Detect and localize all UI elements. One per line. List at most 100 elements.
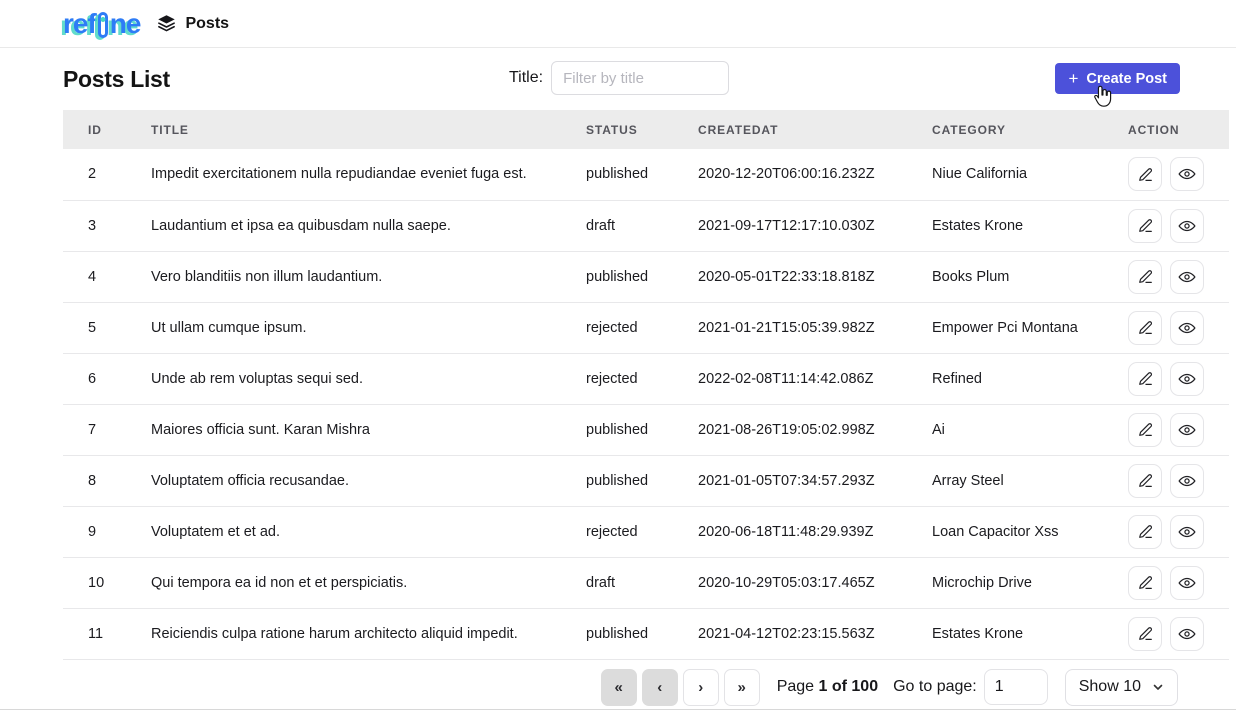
logo-pill-i <box>98 12 108 38</box>
table-row: 4 Vero blanditiis non illum laudantium. … <box>63 251 1229 302</box>
cell-createdat: 2021-08-26T19:05:02.998Z <box>686 404 920 455</box>
view-button[interactable] <box>1170 362 1204 396</box>
view-button[interactable] <box>1170 515 1204 549</box>
edit-button[interactable] <box>1128 413 1162 447</box>
prev-page-button[interactable]: ‹ <box>642 669 678 706</box>
cell-title: Qui tempora ea id non et et perspiciatis… <box>139 557 574 608</box>
pencil-icon <box>1136 165 1155 184</box>
table-header-row: ID TITLE STATUS CREATEDAT CATEGORY ACTIO… <box>63 110 1229 149</box>
cell-action <box>1116 557 1229 608</box>
plus-icon: + <box>1068 70 1078 87</box>
page-value: 1 of 100 <box>819 678 879 695</box>
view-button[interactable] <box>1170 464 1204 498</box>
cell-title: Ut ullam cumque ipsum. <box>139 302 574 353</box>
view-button[interactable] <box>1170 209 1204 243</box>
logo-text-ref: ref <box>63 10 96 38</box>
column-header-category: CATEGORY <box>920 110 1116 149</box>
pencil-icon <box>1136 267 1155 286</box>
eye-icon <box>1177 164 1197 184</box>
cell-action <box>1116 200 1229 251</box>
cell-category: Books Plum <box>920 251 1116 302</box>
view-button[interactable] <box>1170 260 1204 294</box>
cell-action <box>1116 149 1229 200</box>
goto-page-label: Go to page: <box>893 678 977 696</box>
cell-category: Microchip Drive <box>920 557 1116 608</box>
edit-button[interactable] <box>1128 311 1162 345</box>
edit-button[interactable] <box>1128 260 1162 294</box>
cell-title: Impedit exercitationem nulla repudiandae… <box>139 149 574 200</box>
cell-status: rejected <box>574 506 686 557</box>
pencil-icon <box>1136 420 1155 439</box>
page-size-select[interactable]: Show 10 <box>1065 669 1178 706</box>
column-header-title: TITLE <box>139 110 574 149</box>
cell-id: 10 <box>63 557 139 608</box>
cell-createdat: 2020-12-20T06:00:16.232Z <box>686 149 920 200</box>
view-button[interactable] <box>1170 566 1204 600</box>
cell-id: 2 <box>63 149 139 200</box>
title-filter-label: Title: <box>509 69 543 87</box>
cell-id: 7 <box>63 404 139 455</box>
posts-table-container: ID TITLE STATUS CREATEDAT CATEGORY ACTIO… <box>63 110 1229 660</box>
eye-icon <box>1177 216 1197 236</box>
table-row: 8 Voluptatem officia recusandae. publish… <box>63 455 1229 506</box>
cell-status: published <box>574 608 686 659</box>
edit-button[interactable] <box>1128 617 1162 651</box>
title-filter-input[interactable] <box>551 61 729 95</box>
create-post-button[interactable]: + Create Post <box>1055 63 1180 94</box>
goto-page-input[interactable] <box>984 669 1048 705</box>
chevron-down-icon <box>1152 681 1164 693</box>
pagination-bar: « ‹ › » Page 1 of 100 Go to page: Show 1… <box>0 669 1236 706</box>
refine-logo[interactable]: ref ne <box>63 10 140 38</box>
nav-item-posts[interactable]: Posts <box>156 13 229 34</box>
table-body: 2 Impedit exercitationem nulla repudiand… <box>63 149 1229 659</box>
cell-title: Maiores officia sunt. Karan Mishra <box>139 404 574 455</box>
last-page-button[interactable]: » <box>724 669 760 706</box>
cell-title: Laudantium et ipsa ea quibusdam nulla sa… <box>139 200 574 251</box>
pagination-buttons: « ‹ › » <box>601 669 760 706</box>
table-row: 3 Laudantium et ipsa ea quibusdam nulla … <box>63 200 1229 251</box>
pencil-icon <box>1136 573 1155 592</box>
cell-title: Reiciendis culpa ratione harum architect… <box>139 608 574 659</box>
cell-id: 5 <box>63 302 139 353</box>
cell-title: Voluptatem officia recusandae. <box>139 455 574 506</box>
edit-button[interactable] <box>1128 515 1162 549</box>
column-header-action: ACTION <box>1116 110 1229 149</box>
cell-id: 9 <box>63 506 139 557</box>
view-button[interactable] <box>1170 157 1204 191</box>
edit-button[interactable] <box>1128 157 1162 191</box>
table-row: 6 Unde ab rem voluptas sequi sed. reject… <box>63 353 1229 404</box>
table-row: 11 Reiciendis culpa ratione harum archit… <box>63 608 1229 659</box>
cell-action <box>1116 608 1229 659</box>
eye-icon <box>1177 318 1197 338</box>
eye-icon <box>1177 522 1197 542</box>
edit-button[interactable] <box>1128 209 1162 243</box>
logo-text-ne: ne <box>110 10 141 38</box>
cell-id: 3 <box>63 200 139 251</box>
view-button[interactable] <box>1170 311 1204 345</box>
cell-action <box>1116 404 1229 455</box>
cell-createdat: 2021-01-21T15:05:39.982Z <box>686 302 920 353</box>
view-button[interactable] <box>1170 413 1204 447</box>
cell-category: Estates Krone <box>920 608 1116 659</box>
create-post-label: Create Post <box>1086 71 1167 87</box>
cell-id: 11 <box>63 608 139 659</box>
edit-button[interactable] <box>1128 464 1162 498</box>
edit-button[interactable] <box>1128 362 1162 396</box>
cell-action <box>1116 302 1229 353</box>
table-row: 9 Voluptatem et et ad. rejected 2020-06-… <box>63 506 1229 557</box>
cell-category: Array Steel <box>920 455 1116 506</box>
view-button[interactable] <box>1170 617 1204 651</box>
pencil-icon <box>1136 624 1155 643</box>
next-page-button[interactable]: › <box>683 669 719 706</box>
cell-createdat: 2020-06-18T11:48:29.939Z <box>686 506 920 557</box>
cell-action <box>1116 455 1229 506</box>
cell-category: Niue California <box>920 149 1116 200</box>
toolbar: Posts List Title: + Create Post <box>0 48 1236 110</box>
cell-status: published <box>574 149 686 200</box>
column-header-createdat: CREATEDAT <box>686 110 920 149</box>
first-page-button[interactable]: « <box>601 669 637 706</box>
cell-status: rejected <box>574 302 686 353</box>
pencil-icon <box>1136 471 1155 490</box>
logo-dot <box>100 17 105 22</box>
edit-button[interactable] <box>1128 566 1162 600</box>
